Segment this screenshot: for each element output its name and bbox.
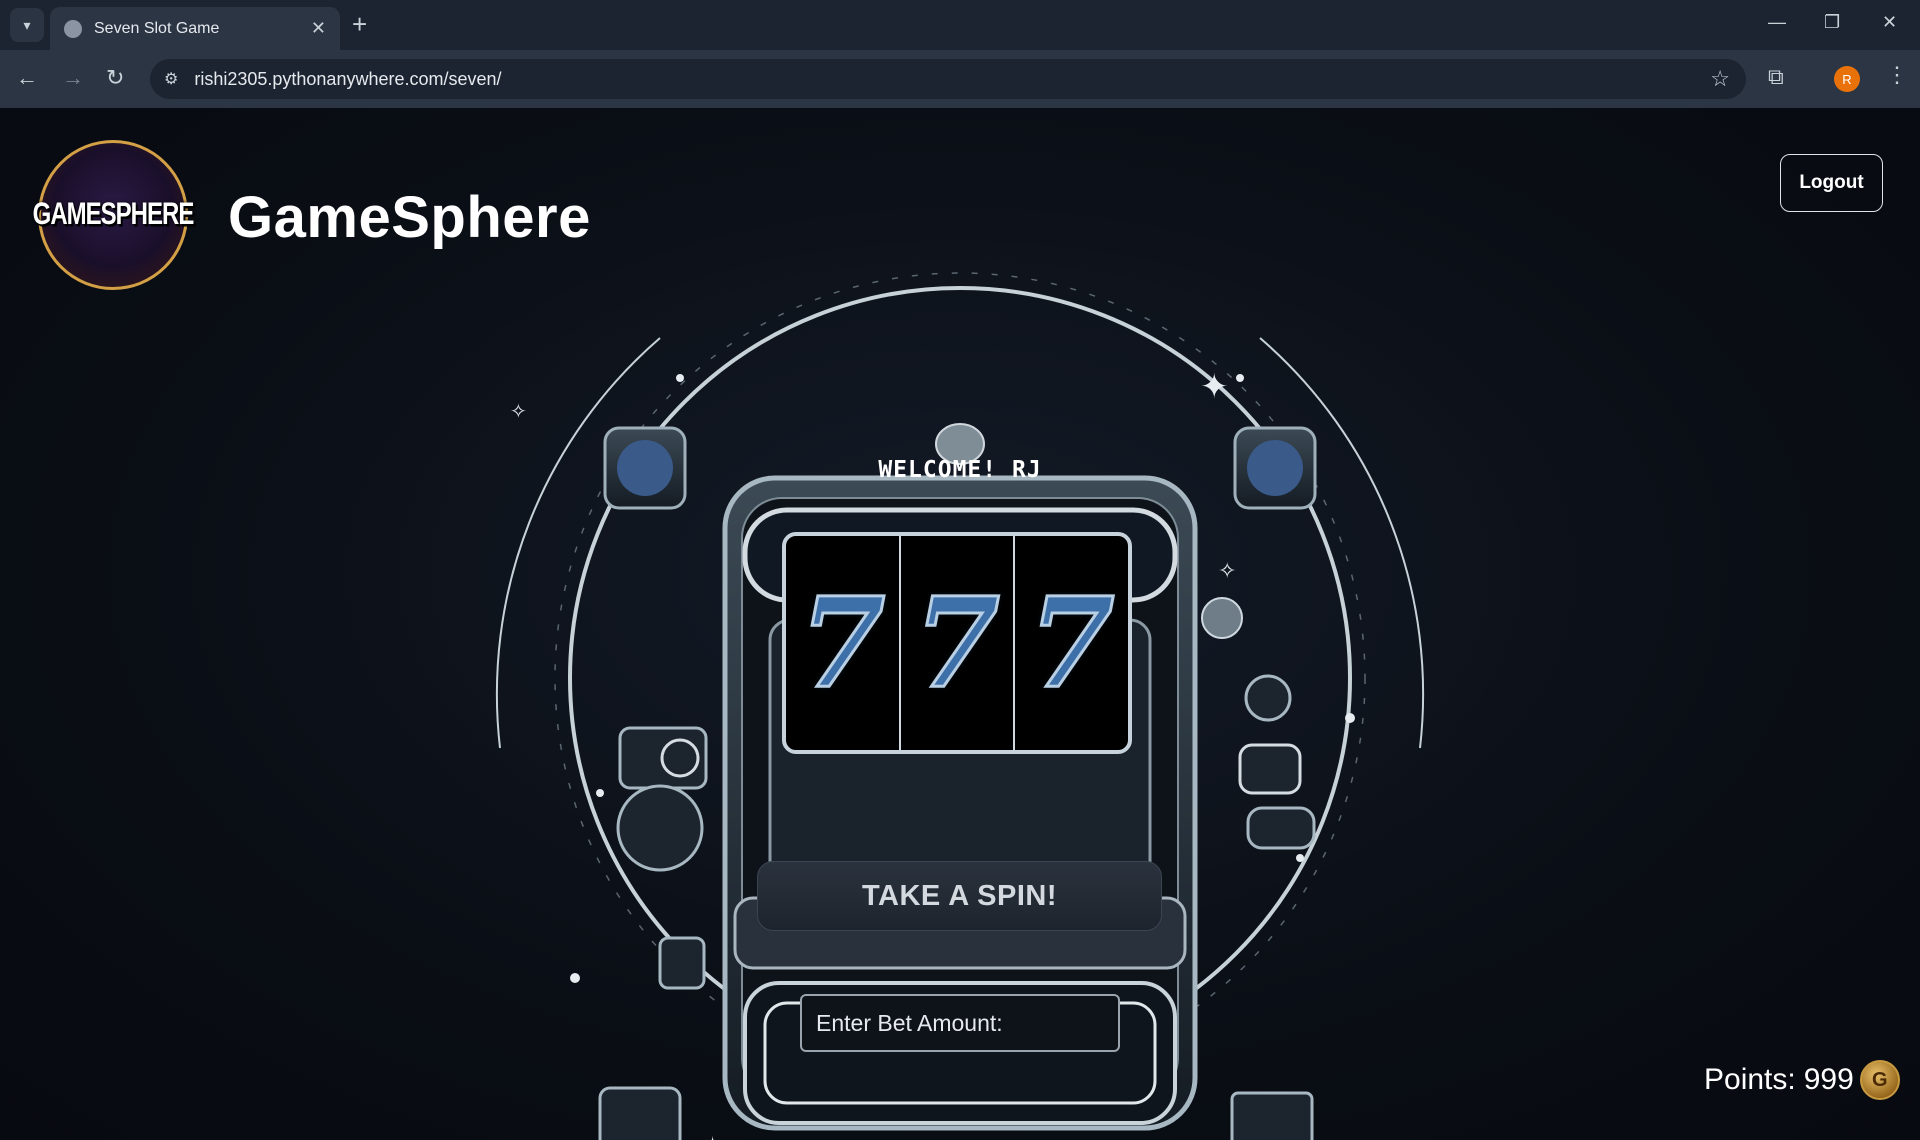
window-close-icon[interactable]: ✕ <box>1882 12 1897 33</box>
gamesphere-logo[interactable]: GAMESPHERE <box>33 140 194 290</box>
reel-1: 7 <box>786 536 901 750</box>
svg-text:✧: ✧ <box>1218 559 1236 584</box>
globe-icon <box>64 19 82 38</box>
forward-arrow-icon[interactable]: → <box>62 64 84 92</box>
browser-toolbar: ← → ↻ ⚙ rishi2305.pythonanywhere.com/sev… <box>0 50 1920 108</box>
browser-tabstrip: ▾ Seven Slot Game ✕ + — ❐ ✕ <box>0 0 1920 50</box>
welcome-banner: WELCOME! RJ <box>878 457 1042 483</box>
spin-button[interactable]: TAKE A SPIN! <box>757 861 1162 931</box>
svg-text:✧: ✧ <box>510 399 527 423</box>
reel-3: 7 <box>1015 536 1128 750</box>
reel-symbol: 7 <box>798 569 887 717</box>
bookmark-star-icon[interactable]: ☆ <box>1710 66 1730 92</box>
profile-avatar[interactable]: R <box>1834 66 1860 92</box>
site-info-icon[interactable]: ⚙ <box>164 69 178 89</box>
url-text[interactable]: rishi2305.pythonanywhere.com/seven/ <box>194 69 1710 90</box>
reload-icon[interactable]: ↻ <box>106 64 124 92</box>
address-bar[interactable]: ⚙ rishi2305.pythonanywhere.com/seven/ ☆ <box>150 59 1746 99</box>
game-page: GAMESPHERE GameSphere Logout ✦ ✧ ✧ WELCO… <box>0 108 1920 1140</box>
svg-text:✦: ✦ <box>1200 367 1229 407</box>
reel-symbol: 7 <box>912 569 1001 717</box>
tab-title: Seven Slot Game <box>94 19 220 37</box>
points-value: 999 <box>1803 1063 1854 1096</box>
reel-symbol: 7 <box>1027 569 1116 717</box>
close-icon[interactable]: ✕ <box>311 18 326 39</box>
slot-reels: 7 7 7 <box>782 532 1132 754</box>
extensions-puzzle-icon[interactable]: ⧉ <box>1768 64 1784 90</box>
new-tab-plus-icon[interactable]: + <box>352 10 367 38</box>
restore-icon[interactable]: ❐ <box>1824 12 1840 33</box>
browser-menu-icon[interactable]: ⋮ <box>1886 62 1908 88</box>
svg-text:✦: ✦ <box>700 1131 725 1140</box>
tab-search-chevron-icon[interactable]: ▾ <box>10 8 44 42</box>
bet-amount-input[interactable] <box>800 994 1120 1052</box>
minimize-icon[interactable]: — <box>1768 12 1786 33</box>
coin-icon: G <box>1859 1060 1900 1100</box>
points-label: Points: <box>1704 1063 1796 1096</box>
brand-title: GameSphere <box>228 185 591 250</box>
points-display: Points: 999 G <box>1704 1060 1900 1100</box>
browser-tab[interactable]: Seven Slot Game ✕ <box>50 7 340 50</box>
logout-button[interactable]: Logout <box>1780 154 1883 212</box>
back-arrow-icon[interactable]: ← <box>16 64 38 92</box>
reel-2: 7 <box>901 536 1016 750</box>
logo-text: GAMESPHERE <box>32 196 195 232</box>
